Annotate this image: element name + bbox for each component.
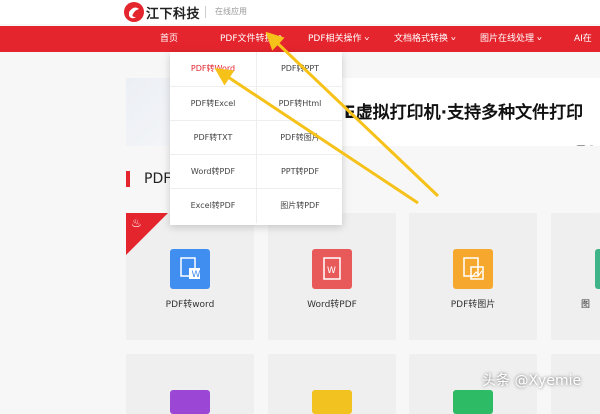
tool-card-label: Word转PDF — [307, 300, 357, 310]
nav-item-pdf-convert[interactable]: PDF文件转换 ^ — [220, 26, 283, 52]
carousel-dot[interactable] — [589, 145, 594, 146]
tool-icon — [453, 390, 493, 414]
tool-card-label: 图 — [581, 300, 591, 310]
banner-carousel-dots — [576, 135, 600, 146]
tool-card-label: PDF转word — [165, 300, 215, 310]
word-doc-icon: W — [170, 249, 210, 289]
dropdown-item-pdf-to-image[interactable]: PDF转图片 — [256, 120, 343, 155]
tool-card-label: PDF转图片 — [450, 300, 496, 310]
chevron-down-icon: v — [364, 36, 370, 42]
carousel-dot-active[interactable] — [576, 145, 586, 146]
dropdown-item-word-to-pdf[interactable]: Word转PDF — [170, 154, 256, 189]
pdf-convert-dropdown: PDF转Word PDF转PPT PDF转Excel PDF转Html PDF转… — [170, 52, 343, 225]
dropdown-item-pdf-to-ppt[interactable]: PDF转PPT — [256, 52, 343, 86]
nav-item-home-label: 首页 — [160, 34, 179, 44]
chevron-down-icon: v — [537, 36, 542, 42]
svg-text:W: W — [327, 266, 336, 276]
fire-icon: ♨ — [131, 216, 142, 230]
banner-text: E虚拟打印机·支持多种文件打印 — [344, 103, 584, 123]
tool-card-partial[interactable]: 图 — [551, 213, 600, 340]
tool-icon — [312, 390, 352, 414]
tool-icon — [170, 390, 210, 414]
dropdown-item-pdf-to-html[interactable]: PDF转Html — [256, 86, 343, 121]
chevron-up-icon: ^ — [276, 34, 284, 43]
tool-card-row2[interactable] — [268, 354, 396, 414]
section-accent-bar — [126, 171, 130, 187]
tool-card-word-to-pdf[interactable]: W Word转PDF — [268, 213, 396, 340]
top-header: 江下科技 在线应用 — [0, 0, 600, 24]
nav-item-doc-format[interactable]: 文档格式转换 v — [394, 26, 456, 52]
tool-card-pdf-to-word[interactable]: ♨ W PDF转word — [126, 213, 254, 340]
dropdown-item-image-to-pdf[interactable]: 图片转PDF — [256, 188, 343, 223]
nav-item-image-online-label: 图片在线处理 — [480, 34, 535, 44]
dropdown-item-excel-to-pdf[interactable]: Excel转PDF — [170, 188, 256, 223]
main-nav: 首页 PDF文件转换 ^ PDF相关操作 v 文档格式转换 v 图片在线处理 v AI在 — [0, 26, 600, 52]
nav-item-doc-format-label: 文档格式转换 — [394, 34, 449, 44]
nav-item-ai[interactable]: AI在 — [574, 26, 592, 52]
brand-logo-icon[interactable] — [123, 1, 145, 23]
tool-card-row2[interactable] — [126, 354, 254, 414]
watermark-text: 头条 @Xyemie — [482, 373, 582, 389]
dropdown-item-pdf-to-word[interactable]: PDF转Word — [170, 52, 256, 86]
image-doc-icon — [453, 249, 493, 289]
nav-item-home[interactable]: 首页 — [160, 26, 178, 52]
nav-item-image-online[interactable]: 图片在线处理 v — [480, 26, 542, 52]
svg-text:W: W — [192, 270, 201, 280]
header-tagline: 在线应用 — [215, 7, 247, 16]
image-doc-icon — [595, 249, 600, 289]
dropdown-item-pdf-to-excel[interactable]: PDF转Excel — [170, 86, 256, 121]
nav-item-pdf-ops[interactable]: PDF相关操作 v — [308, 26, 369, 52]
section-title: PDF — [144, 171, 172, 187]
nav-item-ai-label: AI在 — [574, 34, 592, 44]
dropdown-item-pdf-to-txt[interactable]: PDF转TXT — [170, 120, 256, 155]
dropdown-item-ppt-to-pdf[interactable]: PPT转PDF — [256, 154, 343, 189]
header-divider — [205, 6, 206, 18]
brand-name[interactable]: 江下科技 — [146, 3, 200, 22]
pdf-doc-icon: W — [312, 249, 352, 289]
nav-item-pdf-ops-label: PDF相关操作 — [308, 34, 362, 44]
nav-item-pdf-convert-label: PDF文件转换 — [220, 34, 274, 44]
tool-card-pdf-to-image[interactable]: PDF转图片 — [409, 213, 537, 340]
chevron-down-icon: v — [451, 36, 456, 42]
